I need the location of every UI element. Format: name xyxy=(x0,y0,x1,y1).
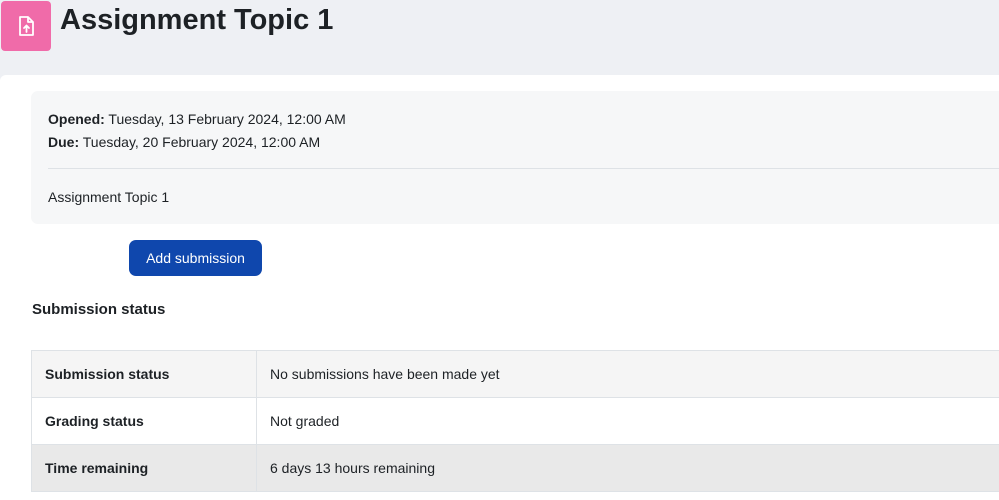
due-date: Due: Tuesday, 20 February 2024, 12:00 AM xyxy=(48,131,346,154)
table-row: Time remaining 6 days 13 hours remaining xyxy=(31,444,999,492)
table-row: Grading status Not graded xyxy=(31,397,999,445)
table-row: Submission status No submissions have be… xyxy=(31,350,999,398)
submission-status-table: Submission status No submissions have be… xyxy=(31,350,999,492)
row-value: Not graded xyxy=(256,397,999,445)
file-upload-icon xyxy=(19,16,34,36)
opened-label: Opened: xyxy=(48,111,105,127)
due-label: Due: xyxy=(48,134,80,150)
submission-status-heading: Submission status xyxy=(32,301,166,318)
divider xyxy=(48,168,999,169)
opened-date: Opened: Tuesday, 13 February 2024, 12:00… xyxy=(48,108,346,131)
opened-value: Tuesday, 13 February 2024, 12:00 AM xyxy=(108,111,346,127)
row-label: Grading status xyxy=(31,397,257,445)
activity-dates-box: Opened: Tuesday, 13 February 2024, 12:00… xyxy=(31,91,999,224)
row-label: Time remaining xyxy=(31,444,257,492)
main-content: Opened: Tuesday, 13 February 2024, 12:00… xyxy=(0,75,999,500)
page: Assignment Topic 1 Opened: Tuesday, 13 F… xyxy=(0,0,999,500)
page-header: Assignment Topic 1 xyxy=(0,0,999,75)
row-value: 6 days 13 hours remaining xyxy=(256,444,999,492)
page-title: Assignment Topic 1 xyxy=(60,4,334,36)
assignment-upload-icon xyxy=(1,1,51,51)
activity-dates: Opened: Tuesday, 13 February 2024, 12:00… xyxy=(48,108,346,154)
row-label: Submission status xyxy=(31,350,257,398)
row-value: No submissions have been made yet xyxy=(256,350,999,398)
due-value: Tuesday, 20 February 2024, 12:00 AM xyxy=(82,134,321,150)
add-submission-button[interactable]: Add submission xyxy=(129,240,262,276)
activity-description: Assignment Topic 1 xyxy=(48,189,170,205)
